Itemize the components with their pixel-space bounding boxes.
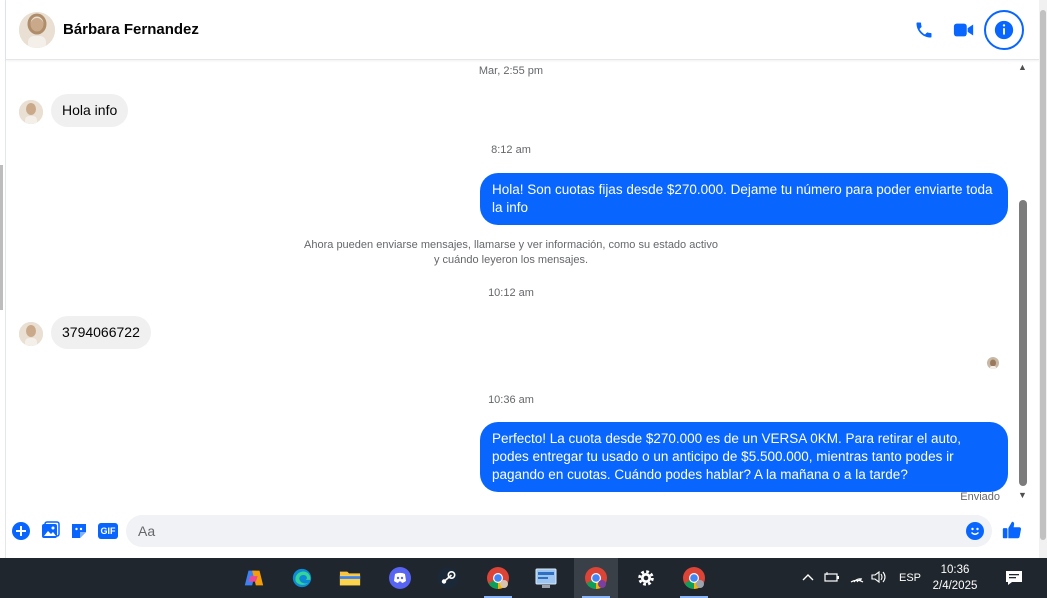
page-scrollbar[interactable] bbox=[1039, 0, 1047, 558]
notifications-icon[interactable] bbox=[992, 558, 1036, 598]
contact-name[interactable]: Bárbara Fernandez bbox=[63, 21, 199, 38]
phone-icon[interactable] bbox=[912, 18, 936, 42]
contact-avatar-small[interactable] bbox=[19, 322, 43, 346]
chrome-profile-2-icon[interactable] bbox=[574, 558, 618, 598]
chevron-up-icon[interactable] bbox=[802, 572, 814, 584]
discord-icon[interactable] bbox=[378, 558, 422, 598]
sticker-icon[interactable] bbox=[68, 520, 90, 542]
add-icon[interactable] bbox=[10, 520, 32, 542]
outgoing-message[interactable]: Hola! Son cuotas fijas desde $270.000. D… bbox=[480, 173, 1008, 225]
contact-avatar-small[interactable] bbox=[19, 100, 43, 124]
delivery-status: Enviado bbox=[960, 491, 1000, 503]
chrome-profile-3-icon[interactable] bbox=[672, 558, 716, 598]
gif-label: GIF bbox=[98, 523, 118, 539]
scroll-thumb[interactable] bbox=[1019, 200, 1027, 486]
outgoing-message[interactable]: Perfecto! La cuota desde $270.000 es de … bbox=[480, 422, 1008, 492]
incoming-message[interactable]: 3794066722 bbox=[51, 316, 151, 349]
file-explorer-icon[interactable] bbox=[328, 558, 372, 598]
copilot-icon[interactable] bbox=[232, 558, 276, 598]
message-input[interactable] bbox=[126, 515, 992, 547]
clock-time: 10:36 bbox=[940, 564, 970, 576]
control-panel-icon[interactable] bbox=[524, 558, 568, 598]
timestamp: Mar, 2:55 pm bbox=[478, 65, 544, 77]
video-camera-icon[interactable] bbox=[952, 18, 976, 42]
emoji-icon[interactable] bbox=[966, 522, 984, 540]
message-scrollbar[interactable]: ▲ ▼ bbox=[1016, 60, 1030, 505]
timestamp: 10:36 am bbox=[488, 394, 534, 406]
taskbar: ESP 10:36 2/4/2025 bbox=[0, 558, 1047, 598]
timestamp: 8:12 am bbox=[491, 144, 531, 156]
like-icon[interactable] bbox=[1001, 519, 1023, 541]
wifi-icon[interactable] bbox=[849, 570, 865, 587]
chat-header: Bárbara Fernandez bbox=[6, 0, 1039, 60]
steam-icon[interactable] bbox=[426, 558, 470, 598]
language-indicator[interactable]: ESP bbox=[899, 572, 921, 584]
edge-icon[interactable] bbox=[280, 558, 324, 598]
volume-icon[interactable] bbox=[871, 570, 887, 587]
battery-icon[interactable] bbox=[824, 571, 840, 586]
clock[interactable]: 10:36 2/4/2025 bbox=[926, 562, 984, 594]
notice-line: Ahora pueden enviarse mensajes, llamarse… bbox=[304, 239, 718, 251]
info-button[interactable] bbox=[984, 10, 1024, 50]
privacy-notice: Ahora pueden enviarse mensajes, llamarse… bbox=[6, 238, 1016, 268]
info-icon bbox=[994, 20, 1014, 40]
image-icon[interactable] bbox=[39, 520, 61, 542]
gif-icon[interactable]: GIF bbox=[97, 520, 119, 542]
chrome-profile-1-icon[interactable] bbox=[476, 558, 520, 598]
scroll-up-icon[interactable]: ▲ bbox=[1018, 62, 1027, 72]
notice-line: y cuándo leyeron los mensajes. bbox=[433, 254, 589, 266]
seen-indicator-avatar bbox=[987, 357, 999, 369]
incoming-message[interactable]: Hola info bbox=[51, 94, 129, 127]
clock-date: 2/4/2025 bbox=[932, 580, 978, 592]
timestamp: 10:12 am bbox=[488, 287, 534, 299]
composer: GIF bbox=[6, 510, 1039, 555]
contact-avatar[interactable] bbox=[19, 12, 55, 48]
scroll-down-icon[interactable]: ▼ bbox=[1018, 490, 1027, 500]
message-list[interactable]: Mar, 2:55 pm Hola info 8:12 am Hola! Son… bbox=[6, 60, 1016, 510]
settings-icon[interactable] bbox=[624, 558, 668, 598]
